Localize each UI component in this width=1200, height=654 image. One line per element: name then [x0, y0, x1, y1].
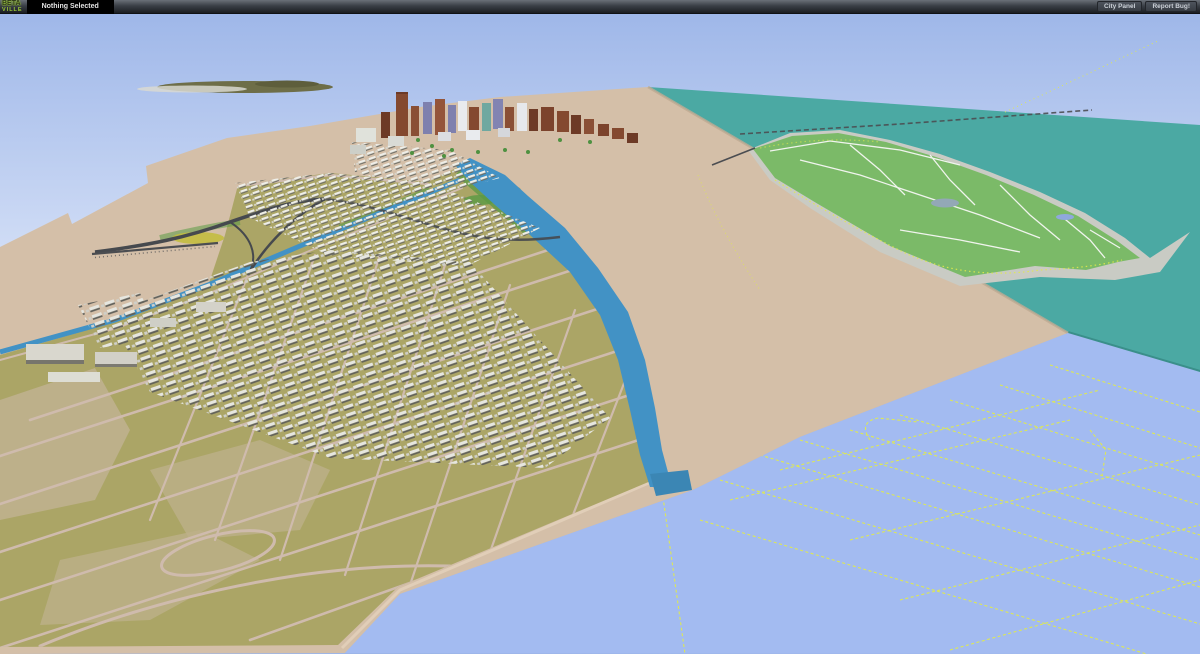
island-lagoon: [1056, 214, 1074, 220]
island-pond: [931, 199, 959, 208]
city-panel-button[interactable]: City Panel: [1097, 1, 1142, 12]
betaville-app-window: BETA VILLE Nothing Selected City Panel R…: [0, 0, 1200, 654]
top-menu-bar: BETA VILLE Nothing Selected City Panel R…: [0, 0, 1200, 14]
betaville-logo: BETA VILLE: [2, 1, 23, 13]
report-bug-button[interactable]: Report Bug!: [1145, 1, 1197, 12]
logo-text-ville: VILLE: [2, 7, 23, 13]
selection-status: Nothing Selected: [27, 0, 114, 14]
city-3d-viewport[interactable]: [0, 0, 1200, 654]
